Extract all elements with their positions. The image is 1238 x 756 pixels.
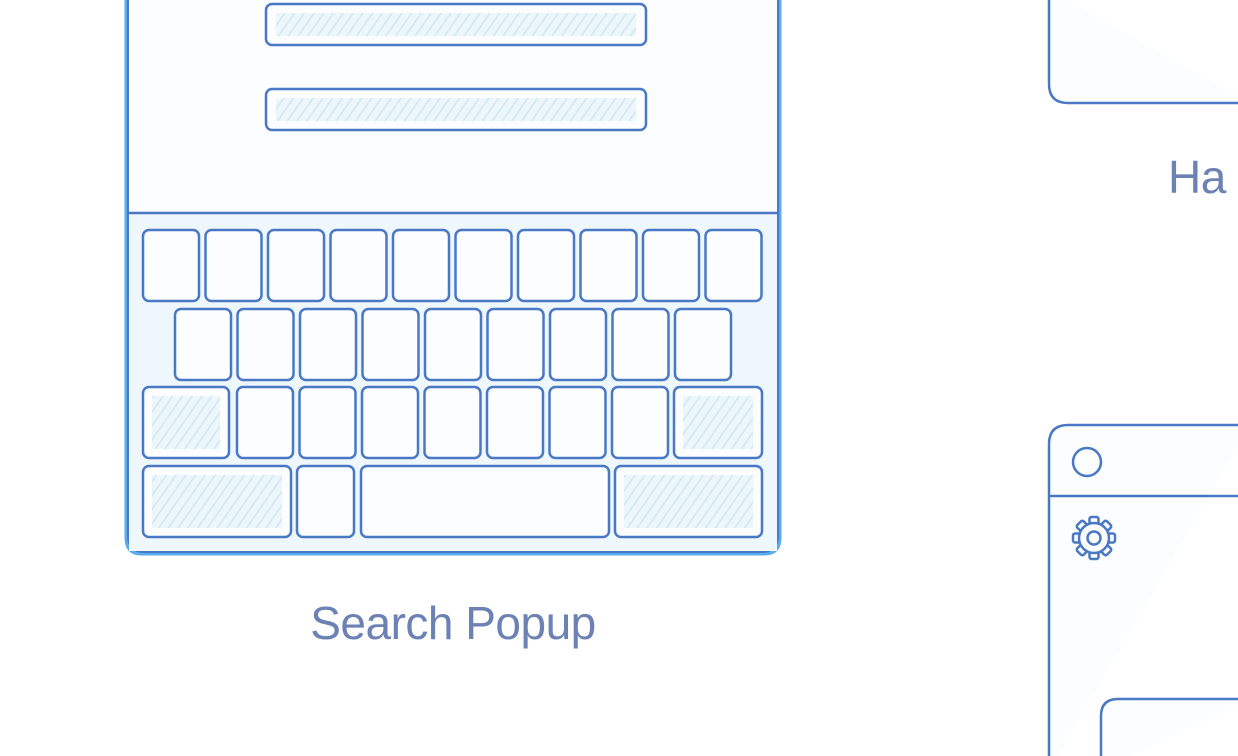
- search-result-bar-fill: [276, 13, 636, 36]
- keyboard-key: [204, 228, 263, 303]
- search-popup-caption: Search Popup: [310, 597, 596, 649]
- keyboard-key: [298, 385, 357, 460]
- partial-caption: Ha: [1168, 151, 1226, 203]
- keyboard-key: [610, 385, 670, 460]
- keyboard-key: [704, 228, 763, 303]
- keyboard-key: [236, 307, 295, 382]
- keyboard-key: [298, 307, 358, 382]
- keyboard-key: [423, 307, 483, 382]
- keyboard-key: [295, 464, 356, 539]
- keyboard-key: [360, 385, 420, 460]
- keyboard-key: [329, 228, 388, 303]
- modifier-key-fill: [152, 396, 220, 449]
- keyboard-key: [359, 464, 611, 539]
- modifier-key-fill: [624, 475, 753, 528]
- search-popup-phone-wireframe: [124, 0, 782, 556]
- keyboard-key: [548, 307, 608, 382]
- keyboard-key: [486, 307, 545, 382]
- keyboard-key: [641, 228, 701, 303]
- partial-wireframe-settings: [1047, 423, 1238, 756]
- keyboard-key: [235, 385, 295, 460]
- keyboard-key: [361, 307, 420, 382]
- partial-frame-top: [1047, 0, 1238, 105]
- circle-icon: [1071, 446, 1103, 478]
- illustration-canvas: Search Popup Ha: [0, 0, 1238, 756]
- keyboard-key: [266, 228, 326, 303]
- keyboard-key: [516, 228, 576, 303]
- modifier-key-fill: [683, 396, 753, 449]
- partial-inner-panel: [1099, 697, 1238, 756]
- keyboard-key: [391, 228, 451, 303]
- search-result-bar-fill: [276, 98, 636, 121]
- modifier-key-fill: [152, 475, 282, 528]
- keyboard-key: [548, 385, 607, 460]
- gear-icon: [1071, 515, 1117, 561]
- keyboard-key: [579, 228, 638, 303]
- partial-wireframe-top: [1047, 0, 1238, 105]
- keyboard-key: [454, 228, 513, 303]
- keyboard-key: [423, 385, 482, 460]
- keyboard-key: [673, 307, 733, 382]
- keyboard-key: [611, 307, 670, 382]
- keyboard-key: [141, 228, 201, 303]
- keyboard-key: [485, 385, 545, 460]
- keyboard-key: [173, 307, 233, 382]
